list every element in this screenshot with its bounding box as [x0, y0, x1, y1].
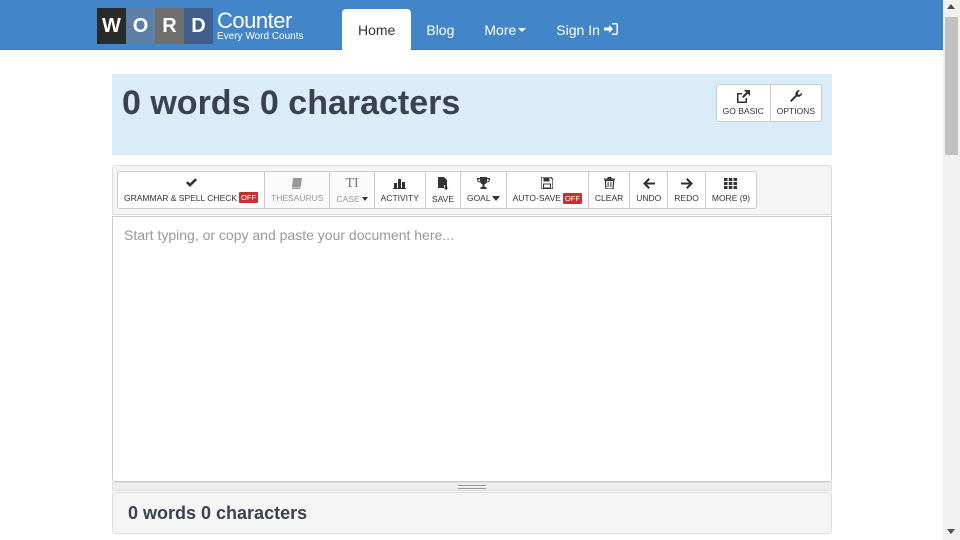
page-scrollbar[interactable]	[943, 0, 960, 540]
nav-blog[interactable]: Blog	[411, 9, 469, 50]
auto-save-button[interactable]: AUTO-SAVE OFF	[505, 171, 589, 209]
logo-subtitle: Every Word Counts	[217, 31, 304, 42]
undo-button[interactable]: UNDO	[629, 171, 669, 209]
nav-signin[interactable]: Sign In	[541, 9, 633, 50]
nav-blog-label: Blog	[426, 21, 455, 38]
undo-label: UNDO	[636, 192, 662, 203]
case-label: CASE	[336, 194, 360, 204]
grammar-label: GRAMMAR & SPELL CHECK	[124, 192, 238, 203]
external-link-icon	[737, 90, 751, 103]
trash-icon	[603, 177, 615, 189]
auto-save-status-badge: OFF	[562, 192, 582, 204]
checkmark-icon	[185, 178, 197, 187]
more-tools-label: MORE (9)	[711, 192, 751, 203]
nav-home[interactable]: Home	[342, 9, 412, 50]
caret-down-icon	[491, 195, 500, 201]
scroll-down-arrow-icon[interactable]	[947, 529, 955, 534]
word-character-count-headline: 0 words 0 characters	[122, 84, 461, 122]
grip-icon	[458, 484, 486, 489]
count-header-panel: 0 words 0 characters GO BASIC OPTIONS	[112, 74, 832, 155]
go-basic-label: GO BASIC	[722, 106, 764, 116]
activity-label: ACTIVITY	[380, 193, 419, 203]
bar-chart-icon	[393, 179, 407, 189]
word-character-count-footer: 0 words 0 characters	[112, 492, 832, 534]
arrow-left-icon	[642, 177, 655, 189]
logo-text: Counter Every Word Counts	[217, 10, 304, 42]
book-icon	[291, 177, 303, 189]
editor-toolbar: GRAMMAR & SPELL CHECK OFF THESAURUS TI CA…	[112, 165, 832, 215]
more-tools-button[interactable]: MORE (9)	[704, 171, 758, 209]
toolbar-button-group: GRAMMAR & SPELL CHECK OFF THESAURUS TI CA…	[117, 171, 758, 209]
nav-more-label: More	[484, 21, 517, 38]
go-basic-button[interactable]: GO BASIC	[715, 84, 771, 122]
save-label: SAVE	[431, 193, 454, 204]
logo-letter-d: D	[184, 8, 213, 44]
save-button[interactable]: SAVE	[424, 171, 461, 209]
document-editor	[112, 216, 832, 482]
scroll-thumb[interactable]	[945, 17, 958, 155]
logo-letter-o: O	[126, 8, 155, 44]
thesaurus-label: THESAURUS	[271, 192, 324, 203]
wrench-icon	[789, 90, 802, 102]
nav-more-dropdown[interactable]: More	[469, 9, 541, 50]
case-dropdown-button[interactable]: TI CASE	[329, 171, 375, 209]
activity-button[interactable]: ACTIVITY	[373, 171, 426, 209]
goal-dropdown-button[interactable]: GOAL	[459, 171, 507, 209]
grammar-spell-check-button[interactable]: GRAMMAR & SPELL CHECK OFF	[117, 171, 266, 209]
site-logo[interactable]: W O R D Counter Every Word Counts	[97, 8, 304, 44]
main-nav: Home Blog More Sign In	[342, 9, 633, 50]
grid-icon	[724, 177, 738, 189]
redo-button[interactable]: REDO	[667, 171, 706, 209]
caret-down-icon	[518, 27, 527, 32]
scroll-up-arrow-icon[interactable]	[947, 4, 955, 9]
text-case-icon: TI	[345, 176, 359, 191]
editor-resize-handle[interactable]	[112, 482, 832, 491]
floppy-disk-icon	[541, 176, 554, 189]
trophy-icon	[476, 177, 490, 189]
thesaurus-button[interactable]: THESAURUS	[264, 171, 331, 209]
arrow-right-icon	[680, 177, 693, 189]
grammar-status-badge: OFF	[239, 192, 259, 203]
nav-signin-label: Sign In	[556, 21, 600, 38]
logo-letter-r: R	[155, 8, 184, 44]
options-button[interactable]: OPTIONS	[770, 84, 822, 122]
redo-label: REDO	[674, 192, 699, 203]
goal-label: GOAL	[466, 193, 491, 203]
file-download-icon	[437, 176, 449, 190]
clear-button[interactable]: CLEAR	[587, 171, 631, 209]
options-label: OPTIONS	[776, 106, 815, 116]
nav-home-label: Home	[358, 21, 396, 38]
sign-in-icon	[603, 22, 618, 38]
clear-label: CLEAR	[594, 193, 624, 203]
caret-down-icon	[361, 197, 368, 201]
document-textarea[interactable]	[113, 217, 831, 481]
logo-letter-w: W	[97, 8, 126, 44]
auto-save-label: AUTO-SAVE	[512, 193, 561, 203]
logo-title: Counter	[217, 8, 292, 33]
top-navbar: W O R D Counter Every Word Counts Home B…	[0, 0, 943, 50]
header-button-group: GO BASIC OPTIONS	[715, 84, 822, 122]
